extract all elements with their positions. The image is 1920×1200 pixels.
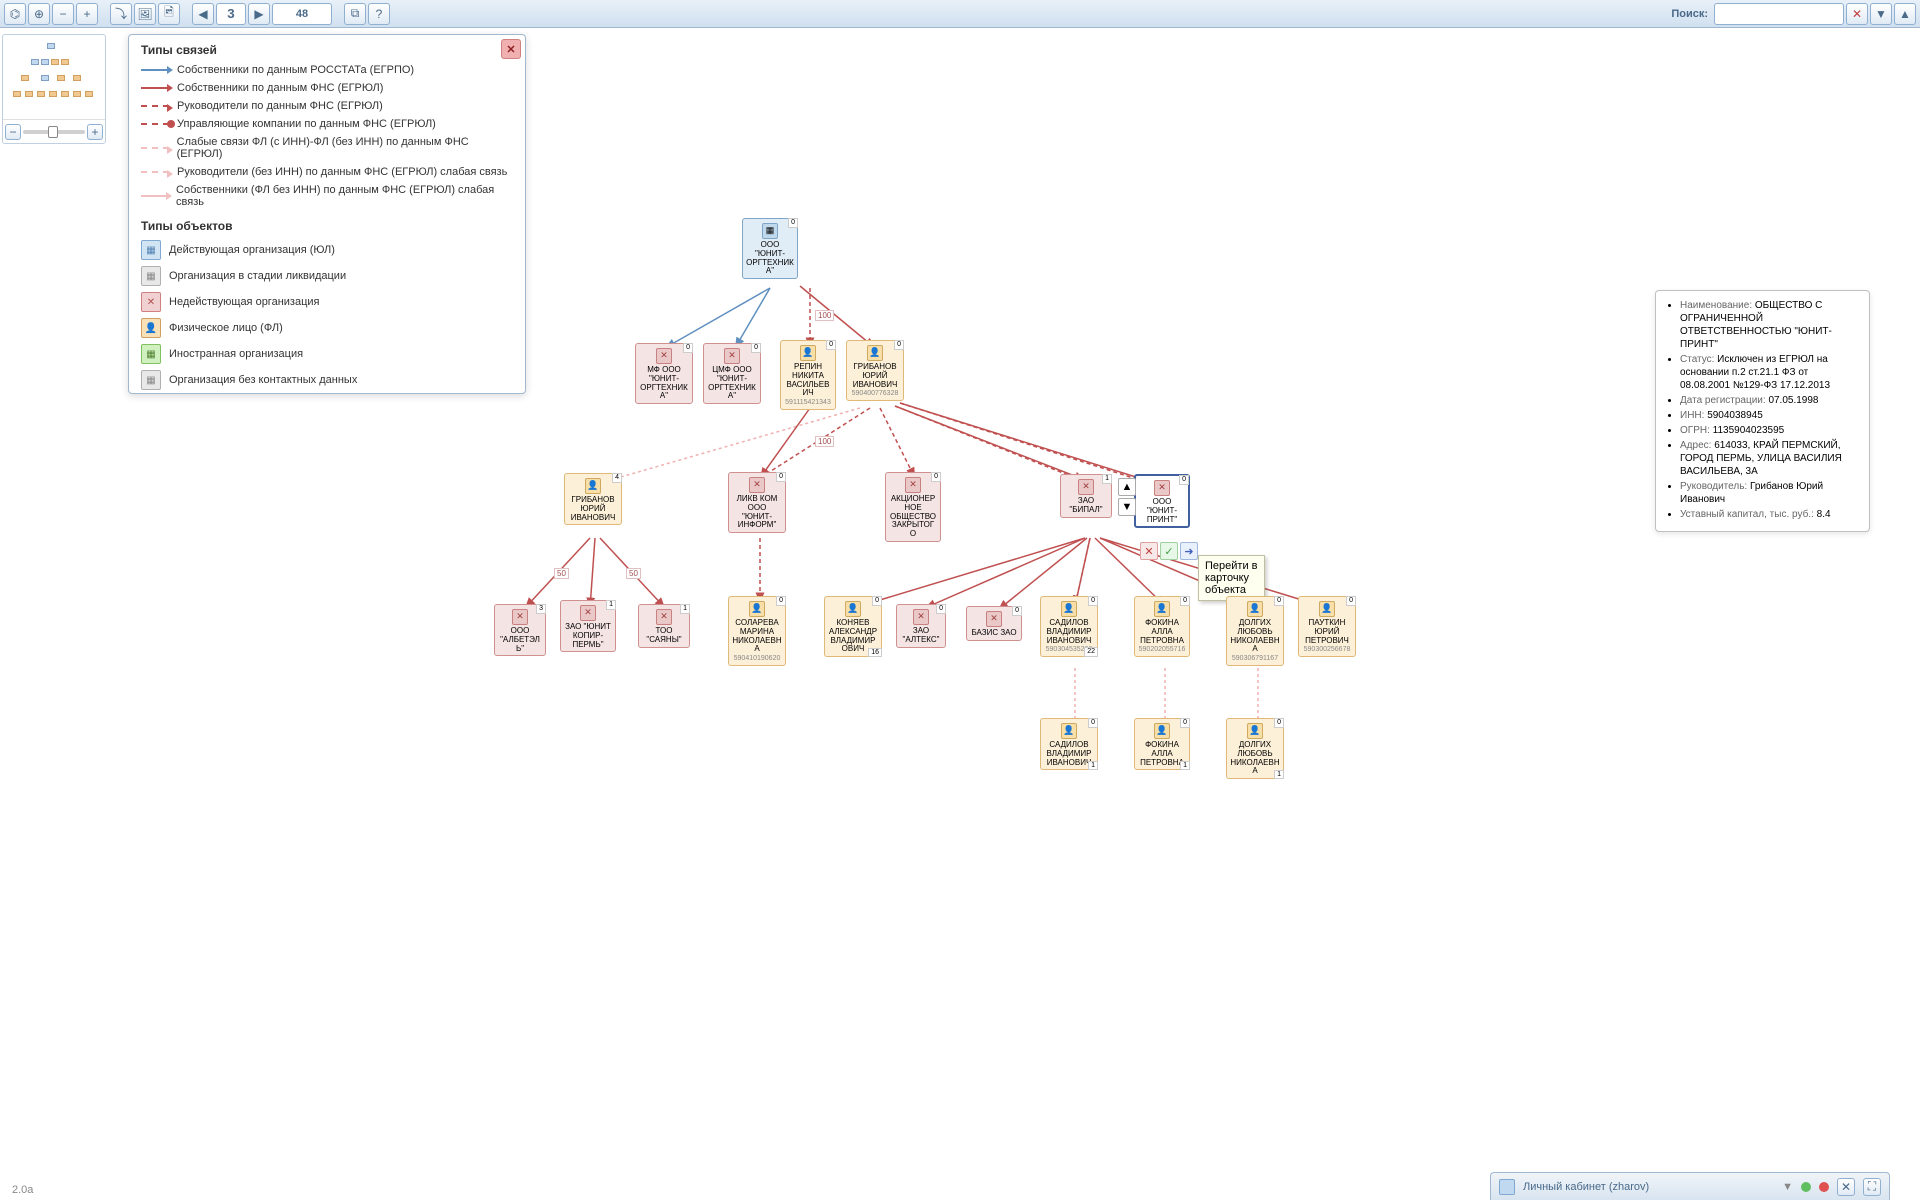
node-sadilov[interactable]: 0 👤 САДИЛОВ ВЛАДИМИР ИВАНОВИЧ 5903045352… bbox=[1040, 596, 1098, 657]
filter-up-icon[interactable]: ▲ bbox=[1894, 3, 1916, 25]
node-dolgih[interactable]: 0 👤 ДОЛГИХ ЛЮБОВЬ НИКОЛАЕВНА 59030679116… bbox=[1226, 596, 1284, 666]
fullscreen-icon[interactable]: ⛶ bbox=[1863, 1178, 1881, 1196]
node-root[interactable]: 0 ▦ ООО "ЮНИТ-ОРГТЕХНИКА" bbox=[742, 218, 798, 279]
inactive-icon: ✕ bbox=[580, 605, 596, 621]
node-sadilov2[interactable]: 0 👤 САДИЛОВ ВЛАДИМИР ИВАНОВИЧ 1 bbox=[1040, 718, 1098, 770]
page-input[interactable] bbox=[216, 3, 246, 25]
counter-display: 48 bbox=[272, 3, 332, 25]
search-clear-icon[interactable]: ✕ bbox=[1846, 3, 1868, 25]
filter-down-icon[interactable]: ▼ bbox=[1870, 3, 1892, 25]
node-print[interactable]: 0 ✕ ООО "ЮНИТ-ПРИНТ" bbox=[1134, 474, 1190, 528]
footer-bar: Личный кабинет (zharov) ▼ ✕ ⛶ bbox=[1490, 1172, 1890, 1200]
node-konyaev[interactable]: 0 👤 КОНЯЕВ АЛЕКСАНДР ВЛАДИМИРОВИЧ 16 bbox=[824, 596, 882, 657]
search-label: Поиск: bbox=[1671, 8, 1708, 20]
image2-icon[interactable]: 🖻 bbox=[158, 3, 180, 25]
person-icon: 👤 bbox=[749, 601, 765, 617]
search-input[interactable] bbox=[1714, 3, 1844, 25]
inactive-icon: ✕ bbox=[913, 609, 929, 625]
person-icon: 👤 bbox=[1061, 723, 1077, 739]
person-icon: 👤 bbox=[845, 601, 861, 617]
inactive-icon: ✕ bbox=[512, 609, 528, 625]
inactive-icon: ✕ bbox=[724, 348, 740, 364]
inactive-icon: ✕ bbox=[656, 609, 672, 625]
inactive-icon: ✕ bbox=[656, 348, 672, 364]
node-kopir[interactable]: 1 ✕ ЗАО "ЮНИТ КОПИР-ПЕРМЬ" bbox=[560, 600, 616, 652]
org-icon: ▦ bbox=[762, 223, 778, 239]
status-red-icon bbox=[1819, 1182, 1829, 1192]
node-albetel[interactable]: 3 ✕ ООО "АЛБЕТЭЛЬ" bbox=[494, 604, 546, 656]
node-fokina[interactable]: 0 👤 ФОКИНА АЛЛА ПЕТРОВНА 590202055716 bbox=[1134, 596, 1190, 657]
confirm-icon[interactable]: ✓ bbox=[1160, 542, 1178, 560]
popout-icon[interactable]: ⧉ bbox=[344, 3, 366, 25]
goto-card-icon[interactable]: ➜ bbox=[1180, 542, 1198, 560]
layout-icon[interactable]: ⤵ bbox=[110, 3, 132, 25]
image-icon[interactable]: 🖼 bbox=[134, 3, 156, 25]
node-sayany[interactable]: 1 ✕ ТОО "САЯНЫ" bbox=[638, 604, 690, 648]
node-likvkom[interactable]: 0 ✕ ЛИКВ КОМ ООО "ЮНИТ-ИНФОРМ" bbox=[728, 472, 786, 533]
edge-label: 100 bbox=[815, 310, 834, 321]
node-gribanov[interactable]: 0 👤 ГРИБАНОВ ЮРИЙ ИВАНОВИЧ 590400776328 bbox=[846, 340, 904, 401]
node-gribanov2[interactable]: 4 👤 ГРИБАНОВ ЮРИЙ ИВАНОВИЧ bbox=[564, 473, 622, 525]
person-icon: 👤 bbox=[585, 478, 601, 494]
person-icon: 👤 bbox=[1319, 601, 1335, 617]
node-bazis[interactable]: 0 ✕ БАЗИС ЗАО bbox=[966, 606, 1022, 641]
node-solareva[interactable]: 0 👤 СОЛАРЕВА МАРИНА НИКОЛАЕВНА 590410190… bbox=[728, 596, 786, 666]
status-green-icon bbox=[1801, 1182, 1811, 1192]
delete-icon[interactable]: ✕ bbox=[1140, 542, 1158, 560]
person-icon: 👤 bbox=[1247, 723, 1263, 739]
user-icon bbox=[1499, 1179, 1515, 1195]
node-mf[interactable]: 0 ✕ МФ ООО "ЮНИТ-ОРГТЕХНИКА" bbox=[635, 343, 693, 404]
inactive-icon: ✕ bbox=[986, 611, 1002, 627]
expand-down-icon[interactable]: ▼ bbox=[1118, 498, 1136, 516]
inactive-icon: ✕ bbox=[905, 477, 921, 493]
person-icon: 👤 bbox=[800, 345, 816, 361]
tree-icon[interactable]: ⌬ bbox=[4, 3, 26, 25]
toolbar: ⌬ ⊕ − + ⤵ 🖼 🖻 ◀ ▶ 48 ⧉ ? Поиск: ✕ ▼ ▲ bbox=[0, 0, 1920, 28]
next-icon[interactable]: ▶ bbox=[248, 3, 270, 25]
plus-icon[interactable]: + bbox=[76, 3, 98, 25]
node-cmf[interactable]: 0 ✕ ЦМФ ООО "ЮНИТ-ОРГТЕХНИКА" bbox=[703, 343, 761, 404]
help-icon[interactable]: ? bbox=[368, 3, 390, 25]
expand-icon[interactable]: ⊕ bbox=[28, 3, 50, 25]
expand-up-icon[interactable]: ▲ bbox=[1118, 478, 1136, 496]
node-alteks[interactable]: 0 ✕ ЗАО "АЛТЕКС" bbox=[896, 604, 946, 648]
node-bipal[interactable]: 1 ✕ ЗАО "БИПАЛ" bbox=[1060, 474, 1112, 518]
tooltip: Перейти в карточку объекта bbox=[1198, 555, 1265, 601]
minus-icon[interactable]: − bbox=[52, 3, 74, 25]
edge-label: 100 bbox=[815, 436, 834, 447]
info-panel: Наименование: ОБЩЕСТВО С ОГРАНИЧЕННОЙ ОТ… bbox=[1655, 290, 1870, 532]
node-fokina2[interactable]: 0 👤 ФОКИНА АЛЛА ПЕТРОВНА 1 bbox=[1134, 718, 1190, 770]
inactive-icon: ✕ bbox=[1154, 480, 1170, 496]
inactive-icon: ✕ bbox=[749, 477, 765, 493]
node-ao[interactable]: 0 ✕ АКЦИОНЕРНОЕ ОБЩЕСТВО ЗАКРЫТОГО bbox=[885, 472, 941, 542]
node-repin[interactable]: 0 👤 РЕПИН НИКИТА ВАСИЛЬЕВИЧ 591115421343 bbox=[780, 340, 836, 410]
prev-icon[interactable]: ◀ bbox=[192, 3, 214, 25]
person-icon: 👤 bbox=[867, 345, 883, 361]
edge-label: 50 bbox=[554, 568, 569, 579]
person-icon: 👤 bbox=[1154, 723, 1170, 739]
close-footer-icon[interactable]: ✕ bbox=[1837, 1178, 1855, 1196]
person-icon: 👤 bbox=[1154, 601, 1170, 617]
person-icon: 👤 bbox=[1061, 601, 1077, 617]
inactive-icon: ✕ bbox=[1078, 479, 1094, 495]
node-pautkin[interactable]: 0 👤 ПАУТКИН ЮРИЙ ПЕТРОВИЧ 590300256678 bbox=[1298, 596, 1356, 657]
person-icon: 👤 bbox=[1247, 601, 1263, 617]
user-menu[interactable]: Личный кабинет (zharov) bbox=[1523, 1181, 1774, 1193]
edge-label: 50 bbox=[626, 568, 641, 579]
node-dolgih2[interactable]: 0 👤 ДОЛГИХ ЛЮБОВЬ НИКОЛАЕВНА 1 bbox=[1226, 718, 1284, 779]
graph-canvas[interactable]: 100 100 50 50 0 ▦ ООО "ЮНИТ-ОРГТЕХНИКА" … bbox=[0, 28, 1920, 1200]
version-label: 2.0a bbox=[12, 1184, 33, 1196]
